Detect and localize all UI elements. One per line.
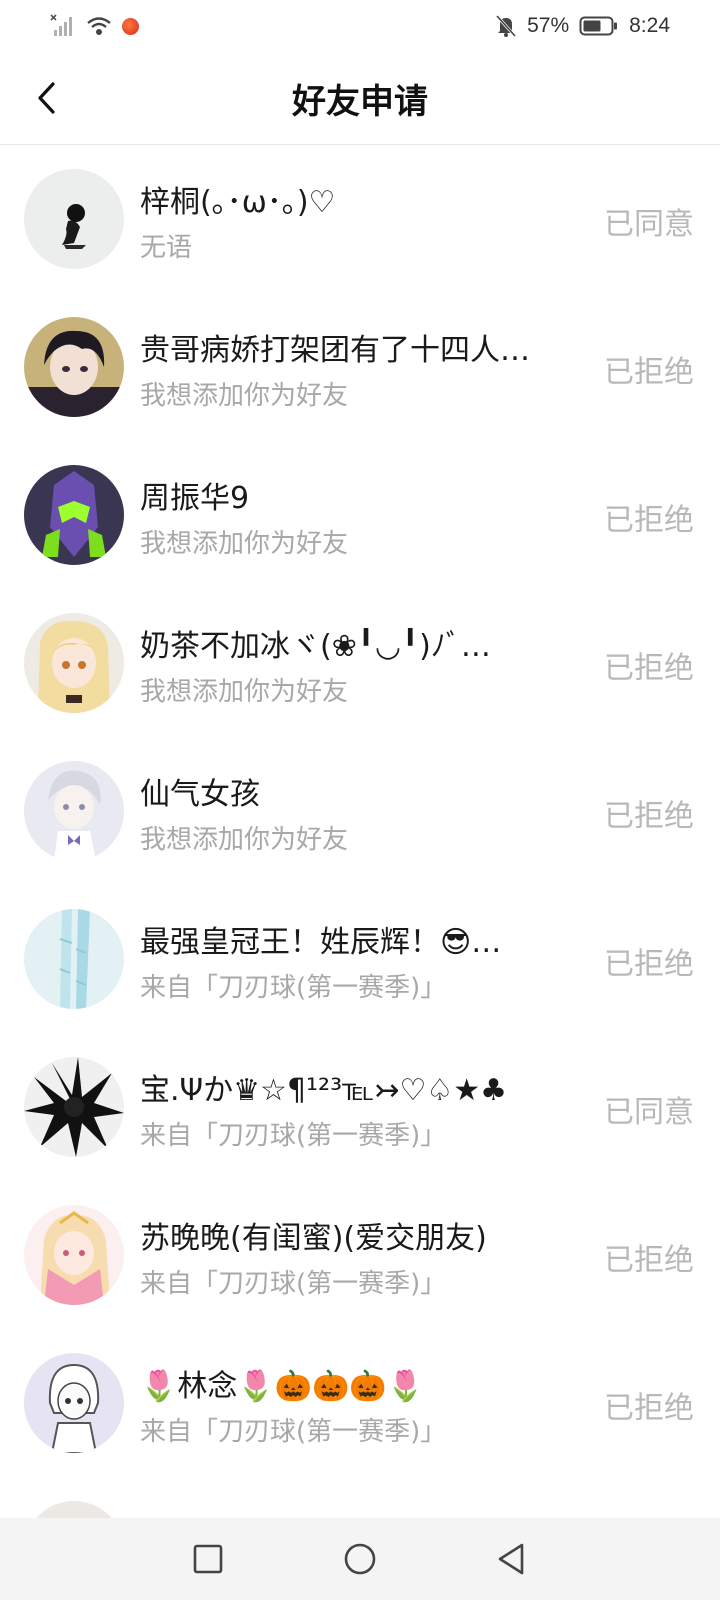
request-message: 我想添加你为好友 <box>140 381 349 411</box>
requester-name: 宝.Ψか♛☆¶¹²³℡↣♡♤★♣ <box>140 1073 508 1108</box>
request-status: 已拒绝 <box>604 355 694 390</box>
avatar[interactable] <box>24 317 124 417</box>
screen: 57% 8:24 好友申请 梓桐(｡･ω･｡)♡ 无语 已同意 贵哥病娇打架团有… <box>0 0 720 1600</box>
requester-name: 贵哥病娇打架团有了十四人… <box>140 333 530 368</box>
friend-request-item[interactable]: 苏晚晚(有闺蜜)(爱交朋友) 来自「刀刃球(第一赛季)」 已拒绝 <box>0 1181 720 1329</box>
requester-name: 苏晚晚(有闺蜜)(爱交朋友) <box>140 1221 487 1256</box>
avatar[interactable] <box>24 909 124 1009</box>
mute-bell-icon <box>495 14 517 38</box>
system-nav-bar <box>0 1518 720 1600</box>
avatar[interactable] <box>24 1353 124 1453</box>
request-status: 已同意 <box>604 207 694 242</box>
friend-request-item[interactable]: 梓桐(｡･ω･｡)♡ 无语 已同意 <box>0 145 720 293</box>
status-right: 57% 8:24 <box>495 14 670 38</box>
request-message: 我想添加你为好友 <box>140 677 349 707</box>
request-message: 我想添加你为好友 <box>140 825 349 855</box>
friend-request-item[interactable]: 宝.Ψか♛☆¶¹²³℡↣♡♤★♣ 来自「刀刃球(第一赛季)」 已同意 <box>0 1033 720 1181</box>
request-message: 我想添加你为好友 <box>140 529 349 559</box>
avatar[interactable] <box>24 1057 124 1157</box>
requester-name: 周振华9 <box>140 481 250 516</box>
status-left <box>50 14 139 38</box>
home-icon <box>344 1543 376 1575</box>
nav-back-button[interactable] <box>486 1533 538 1585</box>
avatar[interactable] <box>24 613 124 713</box>
page-title: 好友申请 <box>292 81 428 122</box>
friend-request-item[interactable]: 奶茶不加冰ヾ(❀╹◡╹)ﾉﾞ… 我想添加你为好友 已拒绝 <box>0 589 720 737</box>
request-status: 已拒绝 <box>604 651 694 686</box>
request-message: 来自「刀刃球(第一赛季)」 <box>140 1121 447 1151</box>
request-status: 已拒绝 <box>604 1391 694 1426</box>
requester-name: 梓桐(｡･ω･｡)♡ <box>140 185 336 220</box>
request-status: 已拒绝 <box>604 1243 694 1278</box>
avatar[interactable] <box>24 761 124 861</box>
request-status: 已拒绝 <box>604 503 694 538</box>
friend-request-item[interactable]: 🌷林念🌷🎃🎃🎃🌷 来自「刀刃球(第一赛季)」 已拒绝 <box>0 1329 720 1477</box>
friend-request-item[interactable]: 最强皇冠王！姓辰辉！😎… 来自「刀刃球(第一赛季)」 已拒绝 <box>0 885 720 1033</box>
clock: 8:24 <box>629 14 670 37</box>
request-message: 来自「刀刃球(第一赛季)」 <box>140 973 447 1003</box>
avatar[interactable] <box>24 465 124 565</box>
requester-name: 奶茶不加冰ヾ(❀╹◡╹)ﾉﾞ… <box>140 629 491 664</box>
header: 好友申请 <box>0 52 720 145</box>
status-bar: 57% 8:24 <box>0 0 720 52</box>
avatar[interactable] <box>24 169 124 269</box>
back-icon <box>498 1543 524 1575</box>
request-status: 已拒绝 <box>604 799 694 834</box>
no-sim-signal-icon <box>50 14 72 36</box>
avatar[interactable] <box>24 1205 124 1305</box>
back-button[interactable] <box>22 72 74 124</box>
battery-percent: 57% <box>527 14 570 37</box>
friend-request-item[interactable]: 仙气女孩 我想添加你为好友 已拒绝 <box>0 737 720 885</box>
friend-request-item[interactable]: 周振华9 我想添加你为好友 已拒绝 <box>0 441 720 589</box>
recent-apps-icon <box>193 1544 223 1574</box>
friend-request-item[interactable]: 贵哥病娇打架团有了十四人… 我想添加你为好友 已拒绝 <box>0 293 720 441</box>
request-status: 已同意 <box>604 1095 694 1130</box>
app-notification-icon <box>122 17 139 35</box>
requester-name: 仙气女孩 <box>140 777 260 812</box>
request-message: 来自「刀刃球(第一赛季)」 <box>140 1417 447 1447</box>
request-message: 来自「刀刃球(第一赛季)」 <box>140 1269 447 1299</box>
home-button[interactable] <box>334 1533 386 1585</box>
requester-name: 🌷林念🌷🎃🎃🎃🌷 <box>140 1369 425 1404</box>
recent-apps-button[interactable] <box>182 1533 234 1585</box>
request-message: 无语 <box>140 233 193 263</box>
wifi-icon <box>87 17 111 35</box>
chevron-left-icon <box>38 82 55 114</box>
request-status: 已拒绝 <box>604 947 694 982</box>
requester-name: 最强皇冠王！姓辰辉！😎… <box>140 925 502 960</box>
battery-icon <box>579 16 618 36</box>
friend-request-list: 梓桐(｡･ω･｡)♡ 无语 已同意 贵哥病娇打架团有了十四人… 我想添加你为好友… <box>0 145 720 1600</box>
